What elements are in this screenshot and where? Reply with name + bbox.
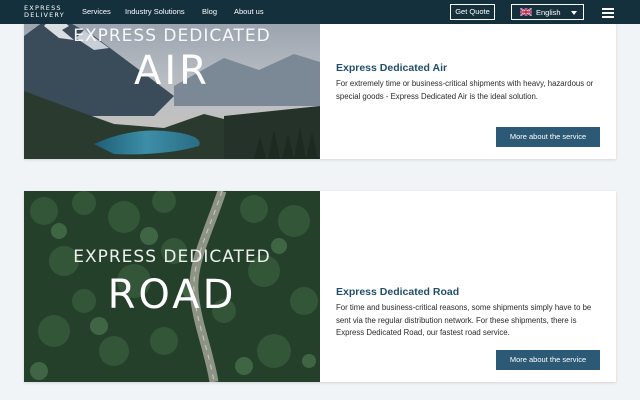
uk-flag-icon bbox=[520, 8, 532, 16]
top-navbar: EXPRESS DELIVERY Services Industry Solut… bbox=[0, 0, 640, 24]
nav-link-services[interactable]: Services bbox=[82, 7, 111, 16]
more-about-service-button[interactable]: More about the service bbox=[496, 350, 600, 370]
chevron-down-icon bbox=[571, 11, 577, 15]
language-selector[interactable]: English bbox=[511, 4, 584, 20]
road-service-image: EXPRESS DEDICATED ROAD bbox=[24, 191, 320, 382]
more-about-service-button[interactable]: More about the service bbox=[496, 127, 600, 147]
language-label: English bbox=[536, 8, 561, 17]
air-image-subtitle: EXPRESS DEDICATED bbox=[73, 26, 271, 46]
hamburger-menu-icon[interactable] bbox=[602, 8, 614, 18]
get-quote-button[interactable]: Get Quote bbox=[450, 4, 495, 20]
card-title: Express Dedicated Air bbox=[336, 62, 448, 74]
road-image-subtitle: EXPRESS DEDICATED bbox=[73, 247, 271, 267]
nav-link-blog[interactable]: Blog bbox=[202, 7, 217, 16]
air-image-title: AIR bbox=[134, 48, 210, 94]
service-card-road: EXPRESS DEDICATED ROAD Express Dedicated… bbox=[24, 191, 616, 382]
card-description: For extremely time or business-critical … bbox=[336, 79, 594, 101]
road-image-title: ROAD bbox=[107, 272, 237, 318]
card-title: Express Dedicated Road bbox=[336, 286, 460, 298]
logo-line-2: DELIVERY bbox=[24, 11, 65, 19]
nav-link-industry-solutions[interactable]: Industry Solutions bbox=[125, 7, 185, 16]
card-description: For time and business-critical reasons, … bbox=[336, 303, 592, 337]
nav-link-about-us[interactable]: About us bbox=[234, 7, 264, 16]
brand-logo[interactable]: EXPRESS DELIVERY bbox=[24, 5, 65, 19]
